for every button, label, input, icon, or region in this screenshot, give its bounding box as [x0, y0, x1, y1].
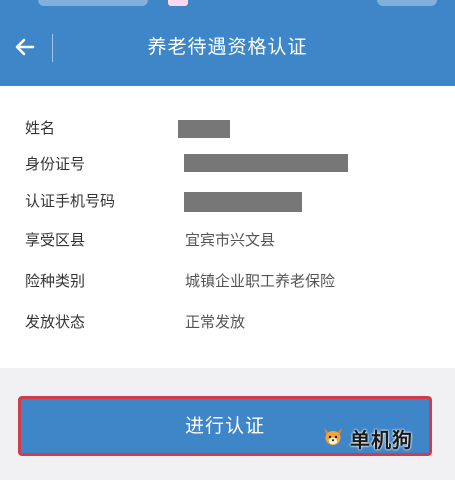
info-value-payment-status: 正常发放 [185, 313, 246, 331]
status-bar-left-info [38, 0, 148, 6]
info-label-phone: 认证手机号码 [25, 192, 116, 210]
redacted-id-number-value [184, 154, 348, 172]
info-row-district: 享受区县 宜宾市兴文县 [0, 226, 455, 254]
info-label-insurance-type: 险种类别 [25, 272, 86, 290]
info-row-id-number: 身份证号 [0, 150, 455, 178]
info-value-insurance-type: 城镇企业职工养老保险 [185, 272, 336, 290]
page-title: 养老待遇资格认证 [147, 36, 308, 58]
info-label-district: 享受区县 [25, 231, 86, 249]
info-label-id-number: 身份证号 [25, 155, 86, 173]
info-row-payment-status: 发放状态 正常发放 [0, 308, 455, 336]
info-label-name: 姓名 [25, 119, 56, 137]
info-label-payment-status: 发放状态 [25, 313, 86, 331]
info-row-phone: 认证手机号码 [0, 187, 455, 215]
redacted-phone-value [184, 192, 302, 212]
start-certification-button[interactable]: 进行认证 [18, 396, 432, 456]
status-bar-app-icon [168, 0, 188, 6]
info-row-name: 姓名 [0, 114, 455, 142]
status-bar [0, 0, 455, 10]
redacted-name-value [178, 120, 230, 138]
info-value-district: 宜宾市兴文县 [185, 231, 276, 249]
status-bar-right-info [377, 0, 437, 6]
info-row-insurance-type: 险种类别 城镇企业职工养老保险 [0, 267, 455, 295]
app-header: 养老待遇资格认证 [0, 10, 455, 86]
